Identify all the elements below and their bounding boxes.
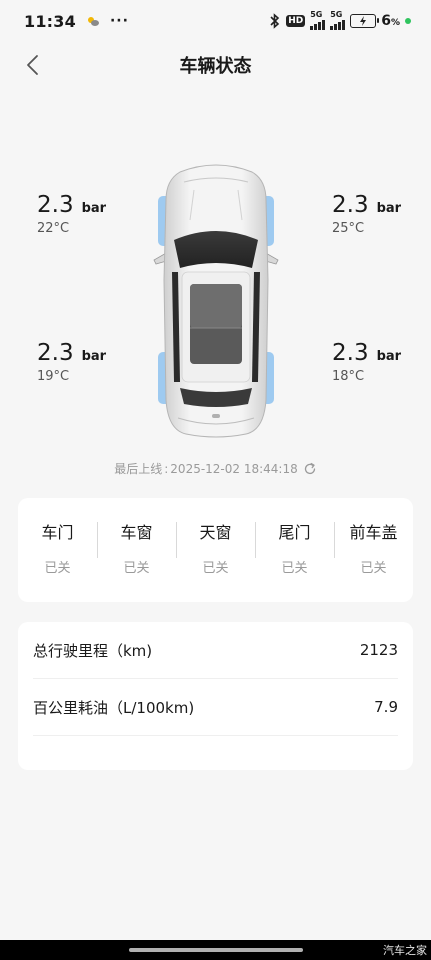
battery-icon [350,14,380,28]
status-name: 天窗 [199,523,232,542]
total-mileage-row: 总行驶里程（km) 2123 [33,622,398,679]
last-online-time: 2025-12-02 18:44:18 [170,461,298,476]
car-top-view-illustration [153,164,279,438]
tyre-pressure: 2.3 [332,192,369,218]
header: 车辆状态 [0,42,431,88]
stat-value: 7.9 [374,698,398,716]
status-name: 前车盖 [349,523,398,542]
watermark: 汽车之家 [383,944,427,957]
status-bar: 11:34 ··· HD 5G 5G 6% [0,0,431,42]
status-name: 车门 [41,523,74,542]
status-value: 已关 [360,561,387,576]
refresh-icon[interactable] [303,462,317,476]
charging-dot [405,18,411,24]
stat-label: 总行驶里程（km) [33,641,153,660]
home-indicator[interactable] [129,948,303,952]
status-value: 已关 [123,561,150,576]
tyre-temp: 25°C [332,221,365,236]
weather-icon [87,17,99,26]
status-window: 车窗 已关 [97,498,176,602]
status-hood: 前车盖 已关 [334,498,413,602]
driving-stats-card: 总行驶里程（km) 2123 百公里耗油（L/100km) 7.9 [18,622,413,770]
tyre-unit: bar [81,349,107,364]
fuel-consumption-row: 百公里耗油（L/100km) 7.9 [33,679,398,736]
charging-bolt-icon [360,16,367,26]
tyre-rear-left: 2.3 bar 19°C [37,340,106,384]
signal-label: 5G [310,10,323,19]
navigation-bar: 汽车之家 [0,940,431,960]
tyre-temp: 22°C [37,221,70,236]
tyre-unit: bar [376,201,402,216]
battery-percent: 6% [381,13,400,29]
tyre-pressure: 2.3 [332,340,369,366]
status-name: 车窗 [120,523,153,542]
tyre-unit: bar [81,201,107,216]
tyre-front-left: 2.3 bar 22°C [37,192,106,236]
stat-label: 百公里耗油（L/100km) [33,698,195,717]
tyre-unit: bar [376,349,402,364]
more-notifications-icon: ··· [109,13,129,29]
status-value: 已关 [202,561,229,576]
bluetooth-icon [270,13,280,29]
signal-icon: 5G [310,10,326,30]
status-door: 车门 已关 [18,498,97,602]
status-value: 已关 [44,561,71,576]
signal-label: 5G [330,10,343,19]
last-online-separator: : [164,461,169,476]
last-online: 最后上线:2025-12-02 18:44:18 [0,460,431,477]
hd-badge: HD [286,15,306,27]
stat-value: 2123 [359,641,398,659]
signal-icon: 5G [330,10,346,30]
status-tailgate: 尾门 已关 [255,498,334,602]
tyre-pressure: 2.3 [37,192,74,218]
closure-status-card: 车门 已关 车窗 已关 天窗 已关 尾门 已关 前车盖 已关 [18,498,413,602]
tyre-rear-right: 2.3 bar 18°C [332,340,401,384]
tyre-temp: 18°C [332,369,365,384]
tyre-pressure: 2.3 [37,340,74,366]
last-online-label: 最后上线 [114,462,163,476]
tyre-temp: 19°C [37,369,70,384]
status-name: 尾门 [278,523,311,542]
status-value: 已关 [281,561,308,576]
status-time: 11:34 [24,11,76,31]
status-sunroof: 天窗 已关 [176,498,255,602]
tyre-front-right: 2.3 bar 25°C [332,192,401,236]
page-title: 车辆状态 [179,56,252,77]
